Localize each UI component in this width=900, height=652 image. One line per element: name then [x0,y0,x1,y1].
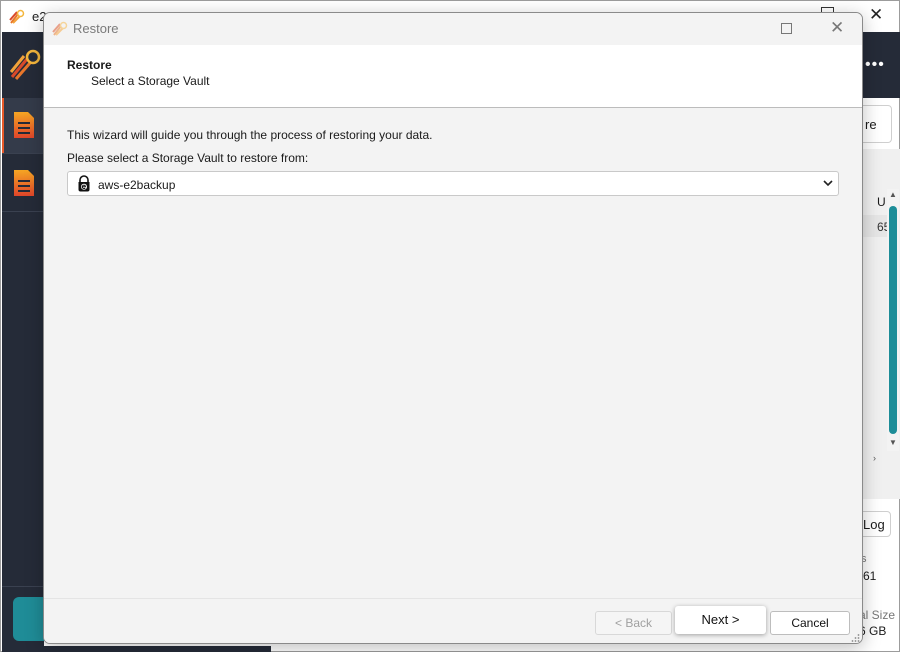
app-logo-icon [52,21,68,36]
dialog-titlebar: Restore ✕ [44,13,862,45]
sidebar-divider [2,586,44,587]
app-bottom-band [44,646,271,652]
sidebar-divider [2,153,44,154]
table-column-header: U [877,195,886,209]
restore-dialog: Restore ✕ Restore Select a Storage Vault… [43,12,863,644]
wizard-step-subtitle: Select a Storage Vault [91,74,210,88]
storage-vault-selected: aws-e2backup [98,178,176,192]
resize-grip-icon[interactable] [850,633,860,643]
document-icon[interactable] [13,111,35,139]
ellipsis-icon[interactable]: ••• [865,56,885,74]
log-button-label: Log [863,517,885,532]
chevron-down-icon [823,180,833,187]
total-size-value: 6 GB [859,624,887,638]
dialog-title: Restore [73,21,119,36]
total-size-label: al Size [859,608,896,622]
close-icon[interactable]: ✕ [830,18,844,38]
scrollbar-thumb[interactable] [889,206,897,434]
document-icon[interactable] [13,169,35,197]
app-logo-icon [9,9,25,24]
scroll-up-icon[interactable]: ▲ [889,190,897,199]
lock-cloud-icon [78,175,90,192]
wizard-step-title: Restore [67,58,112,72]
storage-vault-select[interactable]: aws-e2backup [67,171,839,196]
sidebar-divider [2,211,44,212]
wizard-footer: < Back Next > Cancel [44,598,862,643]
scroll-right-icon[interactable]: › [873,453,876,463]
back-button[interactable]: < Back [595,611,672,635]
app-close-icon[interactable]: ✕ [869,5,883,25]
scroll-down-icon[interactable]: ▼ [889,438,897,447]
vault-prompt-label: Please select a Storage Vault to restore… [67,151,309,165]
wizard-intro-text: This wizard will guide you through the p… [67,128,433,142]
wizard-body: This wizard will guide you through the p… [44,108,862,598]
brand-logo-icon [9,49,41,80]
maximize-icon[interactable] [781,23,792,34]
next-button[interactable]: Next > [675,606,766,634]
cancel-button[interactable]: Cancel [770,611,850,635]
wizard-header: Restore Select a Storage Vault [44,45,862,108]
restore-button-label: re [865,117,877,132]
stat-value: 61 [863,569,877,583]
